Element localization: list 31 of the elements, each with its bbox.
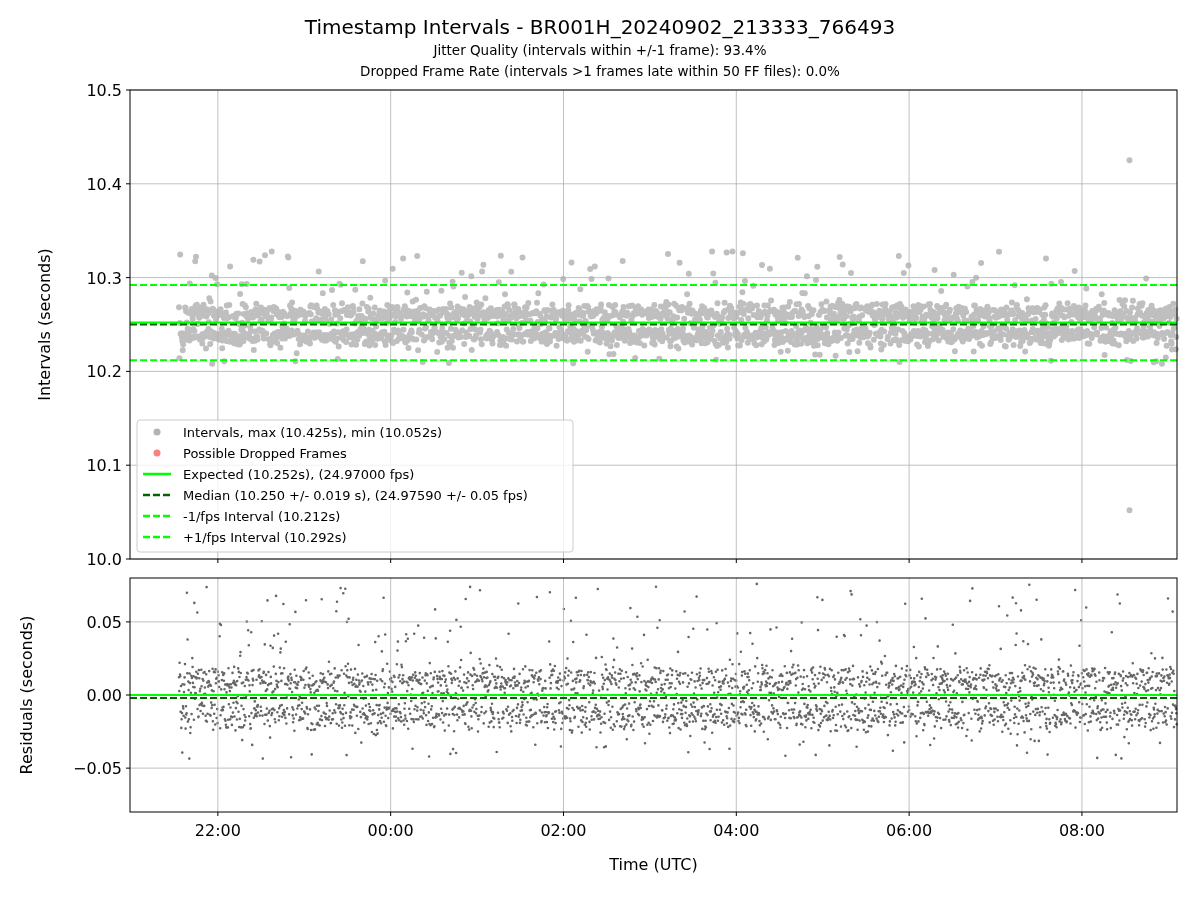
tick-label: 10.5 xyxy=(86,81,122,100)
legend-label: Possible Dropped Frames xyxy=(183,446,347,461)
tick-label: 06:00 xyxy=(886,821,933,840)
tick-label: 10.0 xyxy=(86,550,122,569)
chart-subtitle: Jitter Quality (intervals within +/-1 frame): 93.4% xyxy=(433,41,767,60)
legend-line-icon xyxy=(143,472,171,476)
chart-title: Timestamp Intervals - BR001H_20240902_213333_766493 xyxy=(304,14,896,40)
legend-label: Expected (10.252s), (24.97000 fps) xyxy=(183,467,415,482)
tick-label: 08:00 xyxy=(1058,821,1105,840)
legend-line-icon xyxy=(143,493,171,497)
tick-label: 10.4 xyxy=(86,174,122,194)
tick-label: −0.05 xyxy=(72,759,122,779)
axis-label: Time (UTC) xyxy=(609,855,698,874)
legend-label: Intervals, max (10.425s), min (10.052s) xyxy=(183,425,442,440)
legend-label: +1/fps Interval (10.292s) xyxy=(183,530,347,545)
legend-label: Median (10.250 +/- 0.019 s), (24.97590 +/- 0.05 fps) xyxy=(183,488,528,503)
legend-line-icon xyxy=(143,514,171,518)
tick-label: 10.3 xyxy=(86,268,122,288)
tick-label: 04:00 xyxy=(713,821,760,840)
tick-label: 00:00 xyxy=(367,821,414,840)
tick-label: 02:00 xyxy=(540,821,587,840)
tick-label: 22:00 xyxy=(194,821,241,840)
tick-label: 0.00 xyxy=(86,686,122,705)
axis-label: Residuals (seconds) xyxy=(17,615,36,775)
legend-label: -1/fps Interval (10.212s) xyxy=(183,509,341,524)
legend-line-icon xyxy=(143,535,171,539)
tick-label: 10.2 xyxy=(86,362,122,382)
axis-label: Intervals (seconds) xyxy=(35,248,54,401)
tick-label: 10.1 xyxy=(86,456,122,476)
tick-label: 0.05 xyxy=(86,612,122,632)
chart-subtitle: Dropped Frame Rate (intervals >1 frames late within 50 FF files): 0.0% xyxy=(360,62,840,81)
